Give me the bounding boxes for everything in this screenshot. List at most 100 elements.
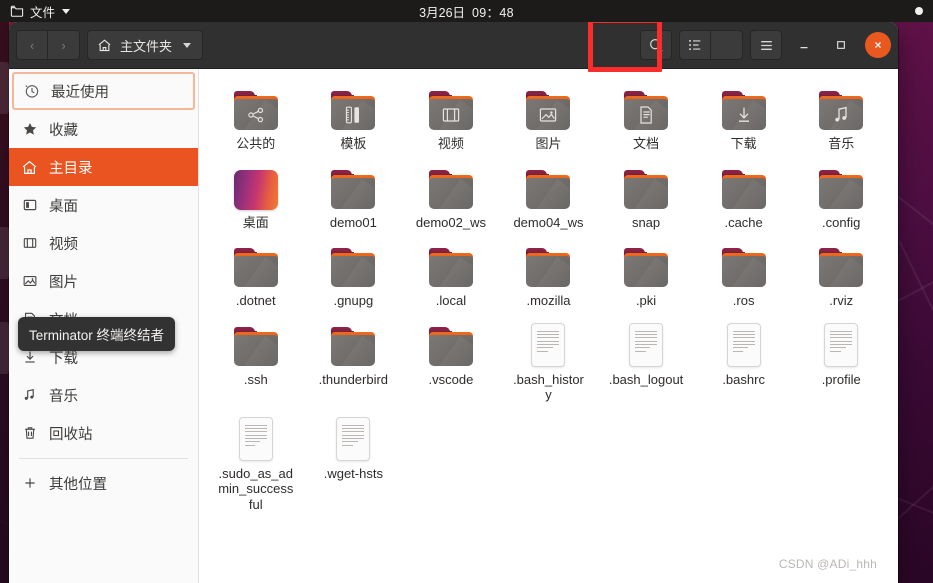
file-item[interactable]: .bashrc <box>695 313 793 407</box>
watermark-text: CSDN @ADi_hhh <box>778 557 877 571</box>
file-item-label: .ros <box>732 293 755 308</box>
folder-icon <box>330 326 376 367</box>
sidebar-item-label: 主目录 <box>49 160 93 177</box>
file-item[interactable]: .cache <box>695 156 793 235</box>
file-item[interactable]: .bash_history <box>500 313 598 407</box>
file-item-icon <box>427 240 475 288</box>
file-item-icon <box>329 162 377 210</box>
file-item[interactable]: .bash_logout <box>597 313 695 407</box>
sidebar-item-recent[interactable]: 最近使用 <box>12 72 195 110</box>
dock-app-slot[interactable] <box>0 322 9 374</box>
back-button[interactable]: ‹ <box>16 30 48 60</box>
clock-date: 3月26日 <box>419 5 466 20</box>
file-item[interactable]: .vscode <box>402 313 500 407</box>
file-item[interactable]: 公共的 <box>207 77 305 156</box>
maximize-button[interactable] <box>826 30 856 60</box>
file-item[interactable]: demo02_ws <box>402 156 500 235</box>
file-item[interactable]: .profile <box>792 313 890 407</box>
file-item[interactable]: .wget-hsts <box>305 407 403 517</box>
file-item-label: .dotnet <box>235 293 276 308</box>
minimize-button[interactable] <box>789 30 819 60</box>
sidebar-item-desktop[interactable]: 桌面 <box>9 186 198 224</box>
file-item-icon <box>232 240 280 288</box>
file-item-label: .pki <box>635 293 657 308</box>
file-item[interactable]: .dotnet <box>207 234 305 313</box>
share-icon <box>233 99 279 130</box>
file-item-icon <box>524 319 572 367</box>
file-item[interactable]: snap <box>597 156 695 235</box>
sidebar-item-label: 桌面 <box>49 198 78 215</box>
sidebar-item-label: 音乐 <box>49 388 78 405</box>
folder-icon <box>233 326 279 367</box>
dock-app-slot[interactable] <box>0 227 9 279</box>
file-item[interactable]: .local <box>402 234 500 313</box>
close-button[interactable] <box>865 32 891 58</box>
sidebar-item-videos[interactable]: 视频 <box>9 224 198 262</box>
status-indicators[interactable] <box>915 7 923 15</box>
file-item[interactable]: 桌面 <box>207 156 305 235</box>
file-item[interactable]: .ros <box>695 234 793 313</box>
folder-icon <box>330 248 376 288</box>
file-item[interactable]: .sudo_as_admin_successful <box>207 407 305 517</box>
folder-icon <box>721 91 767 131</box>
file-item[interactable]: .thunderbird <box>305 313 403 407</box>
file-item[interactable]: .mozilla <box>500 234 598 313</box>
file-item-label: 下载 <box>730 136 757 151</box>
dock-app-slot[interactable] <box>0 62 9 114</box>
file-list-view[interactable]: 公共的 模板 视频 图片 文档 下载 音乐桌面 demo01 demo02_ws demo04_w… <box>199 69 898 583</box>
file-item[interactable]: 模板 <box>305 77 403 156</box>
folder-icon <box>525 91 571 131</box>
file-item-icon <box>427 319 475 367</box>
navigation-buttons: ‹ › <box>16 30 80 60</box>
sidebar-item-music[interactable]: 音乐 <box>9 376 198 414</box>
file-item-icon <box>817 162 865 210</box>
main-menu-button[interactable] <box>750 30 782 60</box>
sidebar-item-other-locations[interactable]: 其他位置 <box>9 464 198 502</box>
file-item[interactable]: .gnupg <box>305 234 403 313</box>
search-button[interactable] <box>640 30 672 60</box>
file-item-icon <box>817 83 865 131</box>
file-item-icon <box>427 83 475 131</box>
file-item-label: 文档 <box>633 136 660 151</box>
file-item-label: .bash_logout <box>608 371 684 387</box>
forward-button[interactable]: › <box>48 30 80 60</box>
view-list-button[interactable] <box>679 30 711 60</box>
folder-icon <box>623 169 669 210</box>
file-item-label: snap <box>631 214 661 230</box>
sidebar-item-pictures[interactable]: 图片 <box>9 262 198 300</box>
view-options-dropdown[interactable] <box>711 30 743 60</box>
file-item[interactable]: 文档 <box>597 77 695 156</box>
file-item-label: .config <box>822 214 861 230</box>
file-item-label: 桌面 <box>242 214 269 230</box>
file-item-label: .cache <box>724 214 763 230</box>
file-item[interactable]: .pki <box>597 234 695 313</box>
file-item-icon <box>232 83 280 131</box>
folder-icon <box>623 91 669 131</box>
trash-icon <box>21 425 38 441</box>
sidebar-item-home[interactable]: 主目录 <box>9 148 198 186</box>
file-item[interactable]: 下载 <box>695 77 793 156</box>
file-item-icon <box>329 319 377 367</box>
window-body: 最近使用 收藏 主目录 桌面 视频 图片 下载 音乐 回收站 其他位置 Term… <box>9 69 898 583</box>
sidebar-item-starred[interactable]: 收藏 <box>9 110 198 148</box>
document-icon <box>623 99 669 130</box>
folder-icon <box>818 91 864 131</box>
file-item[interactable]: 视频 <box>402 77 500 156</box>
sidebar-item-trash[interactable]: 回收站 <box>9 414 198 452</box>
window-header-bar: ‹ › 主文件夹 <box>9 22 898 72</box>
folder-icon <box>330 169 376 210</box>
file-item[interactable]: demo04_ws <box>500 156 598 235</box>
file-item[interactable]: .ssh <box>207 313 305 407</box>
app-menu-button[interactable]: 文件 <box>0 2 71 21</box>
file-item-icon <box>720 162 768 210</box>
file-item[interactable]: demo01 <box>305 156 403 235</box>
file-item[interactable]: .rviz <box>792 234 890 313</box>
file-item-icon <box>817 319 865 367</box>
file-item[interactable]: 音乐 <box>792 77 890 156</box>
star-icon <box>21 121 38 137</box>
path-bar-home[interactable]: 主文件夹 <box>87 30 204 60</box>
file-item[interactable]: .config <box>792 156 890 235</box>
ubuntu-dock[interactable] <box>0 22 9 583</box>
clock[interactable]: 3月26日 09：48 <box>419 2 514 21</box>
file-item[interactable]: 图片 <box>500 77 598 156</box>
